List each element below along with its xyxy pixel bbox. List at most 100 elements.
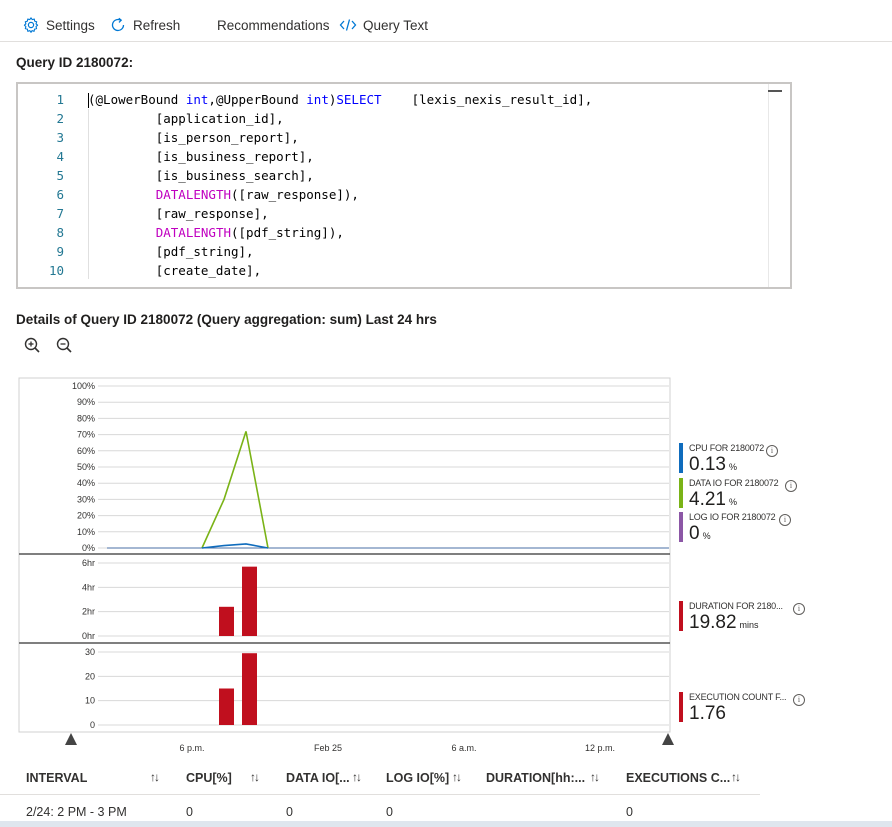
chart-frame bbox=[18, 377, 671, 733]
y-tick-label: 0hr bbox=[82, 631, 95, 641]
sort-icon[interactable]: ↑↓ bbox=[150, 770, 160, 784]
y-tick-label: 10 bbox=[85, 696, 95, 706]
legend-color-swatch bbox=[679, 692, 683, 722]
legend-item[interactable]: DATA IO FOR 2180072 4.21% i bbox=[679, 478, 809, 510]
sort-icon[interactable]: ↑↓ bbox=[731, 770, 741, 784]
info-icon[interactable]: i bbox=[779, 514, 791, 526]
code-line: DATALENGTH([pdf_string]), bbox=[88, 223, 766, 242]
info-icon[interactable]: i bbox=[793, 694, 805, 706]
query-title: Query ID 2180072: bbox=[16, 55, 134, 70]
settings-button[interactable]: Settings bbox=[22, 14, 95, 36]
column-header-interval[interactable]: INTERVAL bbox=[26, 771, 87, 785]
code-content[interactable]: (@LowerBound int,@UpperBound int)SELECT … bbox=[88, 90, 766, 280]
legend-value-number: 1.76 bbox=[689, 703, 726, 724]
legend-item[interactable]: CPU FOR 2180072 0.13% i bbox=[679, 443, 809, 475]
details-title: Details of Query ID 2180072 (Query aggre… bbox=[16, 312, 437, 327]
sort-icon[interactable]: ↑↓ bbox=[352, 770, 362, 784]
table-header: INTERVAL ↑↓ CPU[%] ↑↓ DATA IO[... ↑↓ LOG… bbox=[0, 765, 760, 795]
info-icon[interactable]: i bbox=[766, 445, 778, 457]
legend-value-unit: % bbox=[702, 531, 711, 541]
zoom-in-button[interactable] bbox=[23, 336, 43, 356]
x-tick-label: 12 p.m. bbox=[585, 743, 615, 753]
execution-count-bar bbox=[219, 688, 234, 725]
legend-value: 19.82 mins bbox=[689, 612, 759, 634]
line-number: 9 bbox=[56, 244, 64, 259]
query-text-editor[interactable]: 1 2 3 4 5 6 7 8 9 10 (@LowerBound int,@UpperBound… bbox=[16, 82, 792, 289]
line-number: 5 bbox=[56, 168, 64, 183]
y-tick-label: 80% bbox=[77, 413, 95, 423]
line-number: 8 bbox=[56, 225, 64, 240]
horizontal-scrollbar[interactable] bbox=[0, 821, 892, 827]
refresh-label: Refresh bbox=[133, 17, 181, 33]
legend-color-swatch bbox=[679, 443, 683, 473]
legend-item[interactable]: DURATION FOR 2180... 19.82 mins i bbox=[679, 601, 809, 633]
code-line: (@LowerBound int,@UpperBound int)SELECT … bbox=[88, 90, 766, 109]
legend-name: DATA IO FOR 2180072 bbox=[689, 478, 779, 488]
zoom-out-icon bbox=[56, 337, 72, 353]
line-number: 4 bbox=[56, 149, 64, 164]
recommendations-button[interactable]: Recommendations bbox=[217, 14, 330, 36]
legend-item[interactable]: LOG IO FOR 2180072 0% i bbox=[679, 512, 809, 544]
code-token: [application_id], bbox=[88, 111, 284, 126]
y-tick-label: 30% bbox=[77, 494, 95, 504]
cpu-series-line bbox=[201, 543, 269, 549]
refresh-button[interactable]: Refresh bbox=[109, 14, 180, 36]
code-line: [is_business_search], bbox=[88, 166, 766, 185]
legend-value: 4.21% bbox=[689, 489, 737, 511]
column-header-data-io[interactable]: DATA IO[... bbox=[286, 771, 350, 785]
code-line: [create_date], bbox=[88, 261, 766, 280]
code-line: [application_id], bbox=[88, 109, 766, 128]
code-line: [is_person_report], bbox=[88, 128, 766, 147]
zoom-out-button[interactable] bbox=[55, 336, 75, 356]
x-tick-label: Feb 25 bbox=[314, 743, 342, 753]
text-caret bbox=[88, 93, 89, 108]
editor-scrollbar[interactable] bbox=[768, 84, 790, 287]
y-tick-label: 70% bbox=[77, 430, 95, 440]
legend-color-swatch bbox=[679, 478, 683, 508]
code-token: [pdf_string], bbox=[88, 244, 254, 259]
legend-value-number: 19.82 bbox=[689, 612, 737, 633]
y-tick-label: 40% bbox=[77, 478, 95, 488]
info-icon[interactable]: i bbox=[793, 603, 805, 615]
y-tick-label: 50% bbox=[77, 462, 95, 472]
query-text-button[interactable]: Query Text bbox=[339, 14, 428, 36]
legend-name: DURATION FOR 2180... bbox=[689, 601, 783, 611]
sort-icon[interactable]: ↑↓ bbox=[250, 770, 260, 784]
editor-scrollbar-thumb[interactable] bbox=[768, 90, 782, 92]
y-tick-label: 30 bbox=[85, 647, 95, 657]
toolbar: Settings Refresh Recommendations Query T… bbox=[0, 0, 892, 42]
code-line: DATALENGTH([raw_response]), bbox=[88, 185, 766, 204]
column-header-cpu[interactable]: CPU[%] bbox=[186, 771, 232, 785]
range-start-handle[interactable] bbox=[65, 733, 77, 745]
cell-data-io: 0 bbox=[286, 805, 293, 819]
y-tick-label: 20% bbox=[77, 511, 95, 521]
x-tick-label: 6 a.m. bbox=[451, 743, 476, 753]
y-tick-label: 10% bbox=[77, 527, 95, 537]
y-tick-label: 2hr bbox=[82, 607, 95, 617]
sort-icon[interactable]: ↑↓ bbox=[590, 770, 600, 784]
settings-label: Settings bbox=[46, 17, 95, 33]
info-icon[interactable]: i bbox=[785, 480, 797, 492]
legend-name: EXECUTION COUNT F... bbox=[689, 692, 787, 702]
line-number: 2 bbox=[56, 111, 64, 126]
cell-log-io: 0 bbox=[386, 805, 393, 819]
legend-value: 1.76 bbox=[689, 703, 726, 725]
code-line: [raw_response], bbox=[88, 204, 766, 223]
column-header-duration[interactable]: DURATION[hh:... bbox=[486, 771, 585, 785]
x-tick-label: 6 p.m. bbox=[179, 743, 204, 753]
range-end-handle[interactable] bbox=[662, 733, 674, 745]
column-header-executions[interactable]: EXECUTIONS C... bbox=[626, 771, 730, 785]
code-token: [is_business_report], bbox=[88, 149, 314, 164]
cell-interval: 2/24: 2 PM - 3 PM bbox=[26, 805, 127, 819]
code-token: [is_person_report], bbox=[88, 130, 299, 145]
column-header-log-io[interactable]: LOG IO[%] bbox=[386, 771, 449, 785]
line-number: 3 bbox=[56, 130, 64, 145]
gear-icon bbox=[23, 17, 39, 33]
code-token: [lexis_nexis_result_id], bbox=[381, 92, 593, 107]
legend-item[interactable]: EXECUTION COUNT F... 1.76 i bbox=[679, 692, 809, 724]
sort-icon[interactable]: ↑↓ bbox=[452, 770, 462, 784]
code-token: ([raw_response]), bbox=[231, 187, 359, 202]
y-tick-label: 0 bbox=[90, 720, 95, 730]
legend-name: LOG IO FOR 2180072 bbox=[689, 512, 776, 522]
